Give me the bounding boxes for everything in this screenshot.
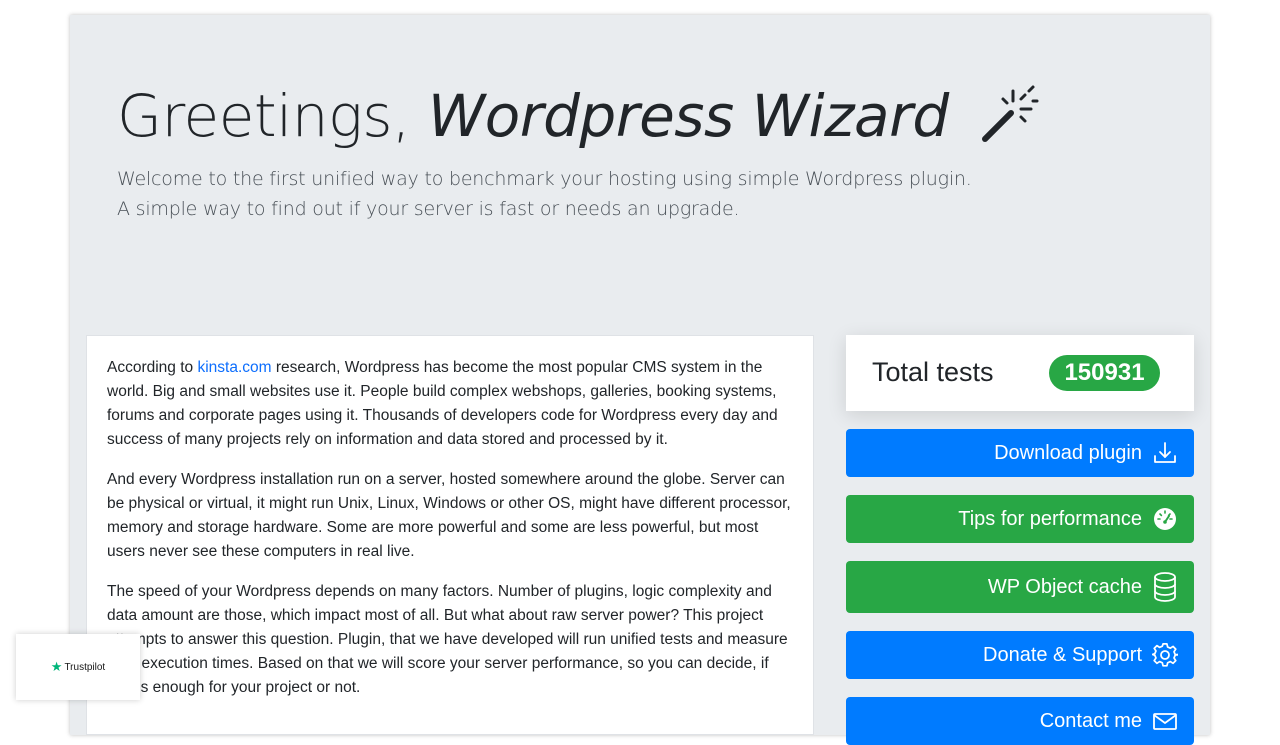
intro-paragraph-2: And every Wordpress installation run on … <box>107 471 791 560</box>
envelope-icon <box>1152 708 1178 734</box>
intro-content: According to kinsta.com research, Wordpr… <box>107 356 797 716</box>
magic-wand-icon <box>979 83 1041 145</box>
donate-support-button[interactable]: Donate & Support <box>846 631 1194 679</box>
star-icon: ★ <box>50 659 63 674</box>
speedometer-icon <box>1152 506 1178 532</box>
title-wizard: Wordpress Wizard <box>427 82 949 150</box>
contact-me-label: Contact me <box>1039 709 1142 732</box>
lead-line-1: Welcome to the first unified way to benc… <box>117 168 972 190</box>
kinsta-link[interactable]: kinsta.com <box>197 359 271 376</box>
intro-paragraph-3: The speed of your Wordpress depends on m… <box>107 583 788 696</box>
tips-performance-button[interactable]: Tips for performance <box>846 495 1194 543</box>
intro-paragraph-1: According to kinsta.com research, Wordpr… <box>107 359 778 448</box>
download-plugin-label: Download plugin <box>994 441 1142 464</box>
total-tests-card: Total tests 150931 <box>846 335 1194 411</box>
download-icon <box>1152 440 1178 466</box>
gear-icon <box>1151 642 1179 668</box>
contact-me-button[interactable]: Contact me <box>846 697 1194 745</box>
donate-support-label: Donate & Support <box>983 643 1142 666</box>
total-tests-badge: 150931 <box>1049 355 1160 391</box>
page-title: Greetings, Wordpress Wizard <box>117 80 1041 152</box>
database-icon <box>1152 571 1178 603</box>
download-plugin-button[interactable]: Download plugin <box>846 429 1194 477</box>
tips-performance-label: Tips for performance <box>958 507 1142 530</box>
lead-text: Welcome to the first unified way to benc… <box>117 164 972 224</box>
title-greeting: Greetings, <box>117 82 428 150</box>
wp-object-cache-label: WP Object cache <box>987 575 1142 598</box>
wp-object-cache-button[interactable]: WP Object cache <box>846 561 1194 613</box>
lead-line-2: A simple way to find out if your server … <box>117 198 740 220</box>
total-tests-label: Total tests <box>872 357 994 387</box>
trustpilot-label: Trustpilot <box>64 661 106 673</box>
intro-card: According to kinsta.com research, Wordpr… <box>86 335 814 735</box>
trustpilot-widget[interactable]: ★ Trustpilot <box>16 634 140 700</box>
